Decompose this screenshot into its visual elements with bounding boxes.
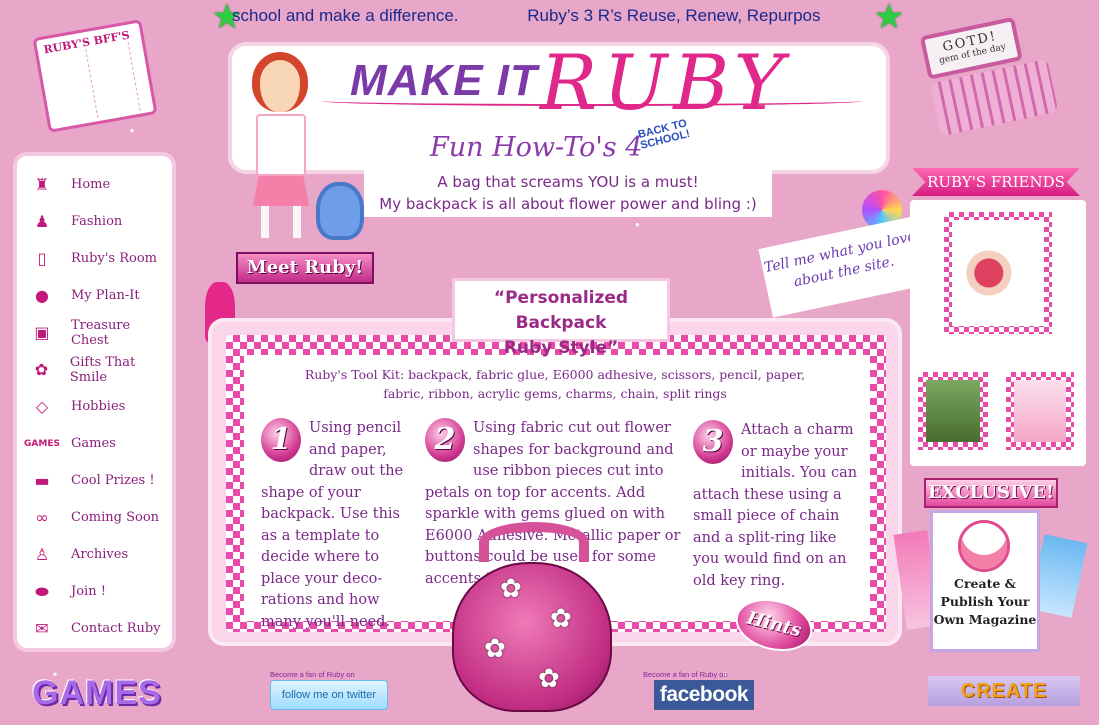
ruby-head bbox=[252, 52, 308, 112]
door-icon: ▯ bbox=[37, 249, 47, 268]
kite-icon: ◇ bbox=[35, 397, 49, 416]
logo-ruby: RUBY bbox=[540, 38, 790, 127]
bottle-image bbox=[1014, 380, 1066, 442]
nav-item-label: Cool Prizes ! bbox=[71, 473, 155, 488]
bff-book-link[interactable]: RUBY'S BFF'S bbox=[32, 19, 158, 133]
bracelets-image bbox=[952, 220, 1044, 326]
nav-item-label: Contact Ruby bbox=[71, 621, 161, 636]
tool-kit-line: fabric, ribbon, acrylic gems, charms, ch… bbox=[383, 386, 727, 401]
nav-item-label: Gifts That Smile bbox=[69, 354, 136, 385]
intro-blurb: A bag that screams YOU is a must! My bac… bbox=[364, 169, 772, 217]
flower-icon: ✿ bbox=[484, 634, 506, 664]
nav-item-rubys-room[interactable]: ▯ Ruby's Room bbox=[17, 240, 172, 277]
nav-item-join[interactable]: ⬬ Join ! bbox=[17, 573, 172, 610]
nav-item-label: My Plan-It bbox=[71, 288, 140, 303]
ruby-body bbox=[256, 114, 306, 176]
ruby-character bbox=[240, 52, 322, 242]
nav-item-home[interactable]: ♜ Home bbox=[17, 166, 172, 203]
create-button[interactable]: CREATE bbox=[928, 676, 1080, 706]
ruby-skirt bbox=[253, 176, 309, 206]
step-number-badge: 1 bbox=[261, 418, 301, 462]
nav-item-archives[interactable]: ♙ Archives bbox=[17, 536, 172, 573]
sidebar-nav: ♜ Home ♟ Fashion ▯ Ruby's Room ● My Plan… bbox=[17, 156, 172, 648]
lantern-icon: ♜ bbox=[34, 175, 50, 194]
tagline: Fun How-To's 4 bbox=[430, 132, 643, 163]
tool-kit: Ruby's Tool Kit: backpack, fabric glue, … bbox=[300, 365, 810, 403]
dog-icon bbox=[316, 182, 364, 240]
ticker-message: Ruby’s 3 R’s Reuse, Renew, Repurpos bbox=[527, 6, 821, 25]
planet-icon: ● bbox=[35, 286, 49, 305]
facebook-caption: Become a fan of Ruby on bbox=[643, 670, 728, 679]
nav-item-gifts-that-smile[interactable]: ✿ Gifts That Smile bbox=[17, 351, 172, 388]
logo-swirl bbox=[322, 96, 862, 106]
prize-icon: ▬ bbox=[34, 471, 50, 490]
article-title-line: Ruby Style” bbox=[503, 338, 619, 358]
nav-item-label: Ruby's Room bbox=[71, 251, 157, 266]
nav-item-label: Hobbies bbox=[71, 399, 126, 414]
flower-icon: ✿ bbox=[538, 664, 560, 694]
article-title-line: “Personalized Backpack bbox=[493, 288, 629, 333]
ruby-avatar bbox=[958, 520, 1010, 572]
blurb-line: My backpack is all about flower power an… bbox=[379, 195, 757, 213]
nav-item-label: Join ! bbox=[71, 584, 106, 599]
nav-item-my-plan-it[interactable]: ● My Plan-It bbox=[17, 277, 172, 314]
backpack-bag: ✿ ✿ ✿ ✿ bbox=[452, 562, 612, 712]
nav-item-label: Coming Soon bbox=[71, 510, 160, 525]
friend-photo-bottle[interactable] bbox=[1006, 372, 1074, 450]
exclusive-banner: EXCLUSIVE! bbox=[924, 478, 1058, 508]
twitter-caption: Become a fan of Ruby on bbox=[270, 670, 355, 679]
girl-photo-image bbox=[926, 380, 980, 442]
games-icon: GAMES bbox=[24, 438, 60, 449]
nav-item-contact-ruby[interactable]: ✉ Contact Ruby bbox=[17, 610, 172, 647]
ruby-legs bbox=[261, 206, 301, 238]
friend-photo-girl[interactable] bbox=[918, 372, 988, 450]
star-icon: ★ bbox=[873, 0, 905, 37]
backpack-image: ✿ ✿ ✿ ✿ bbox=[452, 522, 616, 712]
step-number-badge: 2 bbox=[425, 418, 465, 462]
step-1: 1 Using pencil and paper, draw out the s… bbox=[261, 418, 419, 633]
friend-photo-bracelets[interactable] bbox=[944, 212, 1052, 334]
gem-of-the-day-link[interactable]: GOTD! gem of the day bbox=[919, 10, 1070, 147]
join-icon: ⬬ bbox=[35, 581, 49, 601]
step-3: 3 Attach a charm or maybe your initials.… bbox=[693, 420, 859, 592]
glasses-icon: ∞ bbox=[35, 508, 49, 527]
nav-item-cool-prizes[interactable]: ▬ Cool Prizes ! bbox=[17, 462, 172, 499]
meet-ruby-button[interactable]: Meet Ruby! bbox=[236, 252, 374, 284]
nav-item-label: Treasure Chest bbox=[70, 317, 131, 348]
envelope-icon: ✉ bbox=[35, 619, 49, 638]
gift-icon: ✿ bbox=[34, 360, 49, 379]
facebook-button[interactable]: facebook bbox=[654, 680, 754, 710]
flower-icon: ✿ bbox=[500, 574, 522, 604]
nav-item-label: Games bbox=[71, 436, 116, 451]
news-ticker: school and make a difference. Ruby’s 3 R… bbox=[232, 6, 892, 32]
nav-item-coming-soon[interactable]: ∞ Coming Soon bbox=[17, 499, 172, 536]
nav-item-fashion[interactable]: ♟ Fashion bbox=[17, 203, 172, 240]
nav-item-label: Archives bbox=[71, 547, 129, 562]
nav-item-label: Fashion bbox=[71, 214, 123, 229]
nav-item-hobbies[interactable]: ◇ Hobbies bbox=[17, 388, 172, 425]
backpack-strap bbox=[479, 522, 589, 562]
nav-item-games[interactable]: GAMES Games bbox=[17, 425, 172, 462]
blurb-line: A bag that screams YOU is a must! bbox=[437, 173, 699, 191]
ticker-message: school and make a difference. bbox=[232, 6, 459, 25]
feedback-link[interactable]: Tell me what you love about the site. bbox=[758, 216, 928, 318]
treasure-chest-icon: ▣ bbox=[34, 323, 50, 342]
twitter-follow-button[interactable]: follow me on twitter bbox=[270, 680, 388, 710]
step-number-badge: 3 bbox=[693, 420, 733, 464]
flower-icon: ✿ bbox=[550, 604, 572, 634]
nav-item-treasure-chest[interactable]: ▣ Treasure Chest bbox=[17, 314, 172, 351]
article-title: “Personalized Backpack Ruby Style” bbox=[452, 278, 670, 358]
games-link[interactable]: GAMES bbox=[32, 674, 162, 713]
archive-icon: ♙ bbox=[34, 545, 50, 564]
dress-form-icon: ♟ bbox=[34, 212, 50, 231]
nav-item-label: Home bbox=[71, 177, 111, 192]
tool-kit-line: Ruby's Tool Kit: backpack, fabric glue, … bbox=[304, 367, 806, 382]
rubys-friends-banner: RUBY'S FRIENDS bbox=[912, 168, 1080, 196]
